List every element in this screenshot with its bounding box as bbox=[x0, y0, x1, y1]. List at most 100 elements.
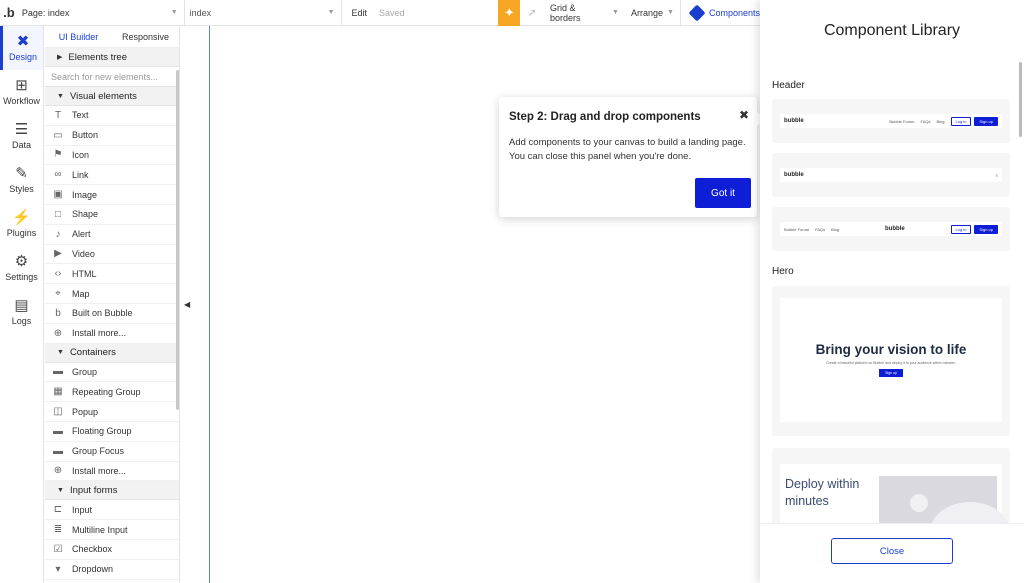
search-input[interactable]: Search for new elements... bbox=[45, 67, 179, 87]
collapse-panel-icon[interactable]: ◀ bbox=[184, 300, 190, 309]
preview-nav-forum: Bubble Forum bbox=[889, 118, 915, 124]
sun-shape bbox=[910, 494, 928, 512]
element-label: Multiline Input bbox=[72, 524, 128, 535]
bubble-logo[interactable]: .b bbox=[0, 0, 18, 26]
nav-plugins[interactable]: ⚡ Plugins bbox=[0, 202, 43, 246]
tab-ui-builder[interactable]: UI Builder bbox=[45, 32, 112, 42]
cursor-icon[interactable]: ➚ bbox=[520, 0, 544, 26]
hero-card[interactable]: Bring your vision to life Create a beaut… bbox=[772, 286, 1010, 436]
page-selector[interactable]: Page: index ▼ bbox=[18, 0, 185, 26]
close-button[interactable]: Close bbox=[831, 538, 953, 564]
hero-title: Bring your vision to life bbox=[815, 342, 967, 357]
element-map[interactable]: ⌖ Map bbox=[45, 284, 179, 304]
element-video[interactable]: ▶ Video bbox=[45, 245, 179, 265]
hero-subtitle: Create a beautiful platform on Bubble an… bbox=[826, 361, 956, 365]
design-icon: ✖ bbox=[16, 33, 30, 50]
library-scrollbar[interactable] bbox=[1019, 62, 1022, 137]
popup-icon: ◫ bbox=[53, 406, 63, 418]
workflow-icon: ⊞ bbox=[15, 77, 28, 94]
element-button[interactable]: ▭ Button bbox=[45, 126, 179, 146]
element-built-on-bubble[interactable]: b Built on Bubble bbox=[45, 304, 179, 324]
canvas-boundary bbox=[209, 26, 210, 583]
element-label: Group bbox=[72, 366, 98, 377]
section-label: Elements tree bbox=[68, 51, 128, 63]
element-label: Install more... bbox=[72, 465, 127, 476]
input-checkbox[interactable]: ☑ Checkbox bbox=[45, 540, 179, 560]
nav-label: Data bbox=[11, 140, 31, 150]
element-label: Dropdown bbox=[72, 564, 114, 575]
input-dropdown[interactable]: ▾ Dropdown bbox=[45, 560, 179, 580]
element-label: Alert bbox=[72, 229, 91, 240]
nav-data[interactable]: ☰ Data bbox=[0, 114, 43, 158]
container-group-focus[interactable]: ▬ Group Focus bbox=[45, 442, 179, 462]
preview-nav-faqs: FAQs bbox=[815, 226, 826, 232]
section-label: Visual elements bbox=[69, 90, 137, 102]
deploy-title: Deploy within minutes bbox=[785, 477, 860, 508]
grid-borders-label: Grid & borders bbox=[550, 2, 581, 23]
caret-down-icon: ▼ bbox=[57, 486, 64, 494]
container-floating-group[interactable]: ▬ Floating Group bbox=[45, 422, 179, 442]
index-selector[interactable]: index ▼ bbox=[185, 0, 342, 26]
container-popup[interactable]: ◫ Popup bbox=[45, 402, 179, 422]
edit-status: Edit Saved bbox=[342, 0, 499, 26]
styles-icon: ✎ bbox=[15, 165, 28, 182]
components-button[interactable]: Components bbox=[679, 0, 760, 26]
header-card-3[interactable]: Bubble Forum FAQs Blog bubble Log in Sig… bbox=[772, 207, 1010, 251]
containers-header[interactable]: ▼ Containers bbox=[45, 343, 179, 363]
hero-group-label: Hero bbox=[772, 266, 794, 277]
settings-icon: ⚙ bbox=[14, 253, 29, 270]
element-text[interactable]: T Text bbox=[45, 106, 179, 126]
header-card-1[interactable]: bubble Bubble Forum FAQs Blog Log in Sig… bbox=[772, 99, 1010, 143]
close-icon[interactable]: ✖ bbox=[739, 108, 749, 122]
tab-responsive[interactable]: Responsive bbox=[112, 32, 179, 42]
grid-borders-menu[interactable]: Grid & borders ▼ bbox=[544, 0, 625, 26]
repeating-group-icon: ▦ bbox=[53, 386, 63, 398]
nav-workflow[interactable]: ⊞ Workflow bbox=[0, 70, 43, 114]
got-it-button[interactable]: Got it bbox=[695, 178, 751, 208]
map-pin-icon: ⌖ bbox=[55, 288, 61, 300]
plus-circle-icon: ⊕ bbox=[53, 327, 63, 339]
visual-elements-header[interactable]: ▼ Visual elements bbox=[45, 87, 179, 106]
element-shape[interactable]: □ Shape bbox=[45, 205, 179, 225]
container-group[interactable]: ▬ Group bbox=[45, 363, 179, 383]
nav-logs[interactable]: ▤ Logs bbox=[0, 290, 43, 334]
chevron-down-icon: ▼ bbox=[612, 9, 619, 16]
input-forms-header[interactable]: ▼ Input forms bbox=[45, 481, 179, 501]
element-icon[interactable]: ⚑ Icon bbox=[45, 146, 179, 166]
caret-down-icon: ▼ bbox=[57, 92, 64, 100]
popup-title: Step 2: Drag and drop components bbox=[509, 111, 701, 123]
component-library-panel: Component Library Header bubble Bubble F… bbox=[760, 0, 1024, 583]
gift-icon[interactable]: ✦ bbox=[498, 0, 521, 26]
image-icon: ▣ bbox=[53, 189, 63, 201]
input-input[interactable]: ⊏ Input bbox=[45, 500, 179, 521]
elements-tree-header[interactable]: ▶ Elements tree bbox=[45, 48, 179, 67]
element-alert[interactable]: ♪ Alert bbox=[45, 225, 179, 245]
preview-brand: bubble bbox=[885, 226, 905, 232]
nav-label: Workflow bbox=[3, 96, 40, 106]
element-image[interactable]: ▣ Image bbox=[45, 185, 179, 205]
element-label: Built on Bubble bbox=[72, 308, 133, 319]
panel-scrollbar[interactable] bbox=[176, 70, 179, 410]
element-html[interactable]: ‹› HTML bbox=[45, 264, 179, 285]
folder-icon: ▬ bbox=[53, 366, 63, 378]
arrange-menu[interactable]: Arrange ▼ bbox=[625, 0, 680, 26]
preview-nav-blog: Blog bbox=[831, 226, 840, 232]
container-repeating-group[interactable]: ▦ Repeating Group bbox=[45, 382, 179, 403]
nav-design[interactable]: ✖ Design bbox=[0, 26, 43, 70]
library-footer: Close bbox=[760, 523, 1024, 583]
element-install-more[interactable]: ⊕ Install more... bbox=[45, 324, 179, 344]
shape-icon: □ bbox=[54, 208, 62, 220]
flag-icon: ⚑ bbox=[53, 149, 63, 161]
header-card-2[interactable]: bubble ≡ bbox=[772, 153, 1010, 197]
nav-styles[interactable]: ✎ Styles bbox=[0, 158, 43, 202]
preview-nav-blog: Blog bbox=[936, 118, 945, 124]
element-label: Image bbox=[72, 189, 98, 200]
element-link[interactable]: ∞ Link bbox=[45, 165, 179, 186]
container-install-more[interactable]: ⊕ Install more... bbox=[45, 462, 179, 482]
nav-settings[interactable]: ⚙ Settings bbox=[0, 246, 43, 290]
input-multiline[interactable]: ≣ Multiline Input bbox=[45, 520, 179, 540]
video-icon: ▶ bbox=[54, 248, 62, 260]
edit-menu[interactable]: Edit bbox=[352, 8, 368, 18]
nav-label: Styles bbox=[9, 184, 34, 194]
onboarding-popup: Step 2: Drag and drop components Add com… bbox=[499, 97, 757, 217]
